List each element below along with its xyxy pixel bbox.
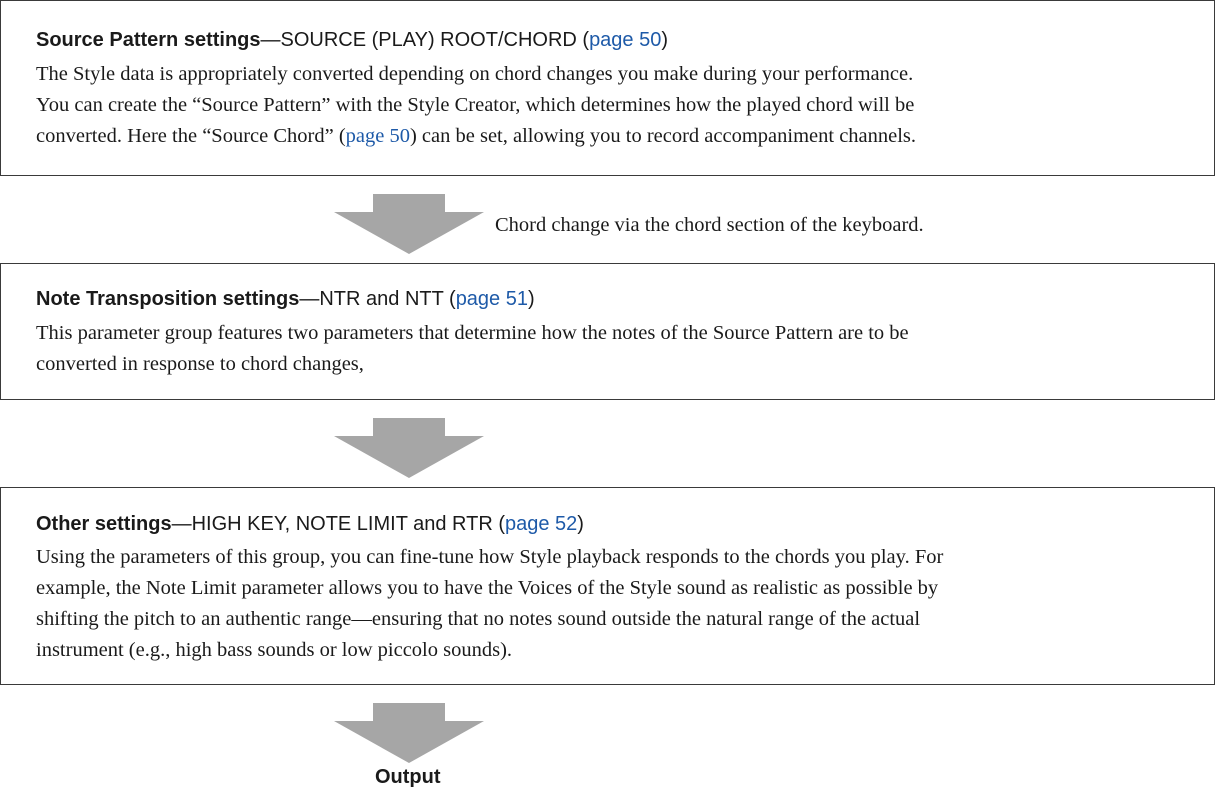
other-settings-title-close: ) (577, 513, 584, 535)
body-line: The Style data is appropriately converte… (36, 63, 914, 85)
output-label: Output (375, 766, 441, 788)
body-line: example, the Note Limit parameter allows… (36, 577, 939, 599)
body-line: Using the parameters of this group, you … (36, 546, 944, 568)
body-line-pre: converted. Here the “Source Chord” ( (36, 125, 346, 147)
source-chord-page-link[interactable]: page 50 (346, 125, 410, 147)
source-pattern-title-rest: —SOURCE (PLAY) ROOT/CHORD ( (260, 29, 590, 51)
body-line: converted in response to chord changes, (36, 353, 364, 375)
other-settings-box: Other settings—HIGH KEY, NOTE LIMIT and … (0, 487, 1215, 685)
source-pattern-body: The Style data is appropriately converte… (36, 59, 916, 152)
chord-change-caption: Chord change via the chord section of th… (495, 214, 924, 236)
source-pattern-page-link[interactable]: page 50 (589, 29, 661, 51)
source-pattern-title-close: ) (661, 29, 669, 51)
body-line: shifting the pitch to an authentic range… (36, 608, 921, 630)
other-settings-body: Using the parameters of this group, you … (36, 542, 943, 666)
note-transposition-title-rest: —NTR and NTT ( (299, 288, 456, 310)
source-pattern-box: Source Pattern settings—SOURCE (PLAY) RO… (0, 0, 1215, 176)
down-arrow-icon (334, 194, 484, 254)
other-settings-title-rest: —HIGH KEY, NOTE LIMIT and RTR ( (171, 513, 505, 535)
note-transposition-page-link[interactable]: page 51 (456, 288, 528, 310)
note-transposition-title: Note Transposition settings—NTR and NTT … (36, 287, 535, 311)
body-line-post: ) can be set, allowing you to record acc… (409, 125, 917, 147)
body-line: converted. Here the “Source Chord” (page… (36, 121, 916, 152)
note-transposition-title-bold: Note Transposition settings (36, 288, 300, 310)
down-arrow-icon (334, 703, 484, 763)
other-settings-title: Other settings—HIGH KEY, NOTE LIMIT and … (36, 512, 584, 536)
source-pattern-title-bold: Source Pattern settings (36, 29, 261, 51)
note-transposition-title-close: ) (527, 288, 535, 310)
other-settings-page-link[interactable]: page 52 (505, 513, 577, 535)
body-line: instrument (e.g., high bass sounds or lo… (36, 639, 513, 661)
note-transposition-box: Note Transposition settings—NTR and NTT … (0, 263, 1215, 400)
down-arrow-icon (334, 418, 484, 478)
source-pattern-title: Source Pattern settings—SOURCE (PLAY) RO… (36, 28, 668, 52)
body-line: You can create the “Source Pattern” with… (36, 94, 915, 116)
note-transposition-body: This parameter group features two parame… (36, 318, 909, 380)
other-settings-title-bold: Other settings (36, 513, 172, 535)
body-line: This parameter group features two parame… (36, 322, 909, 344)
